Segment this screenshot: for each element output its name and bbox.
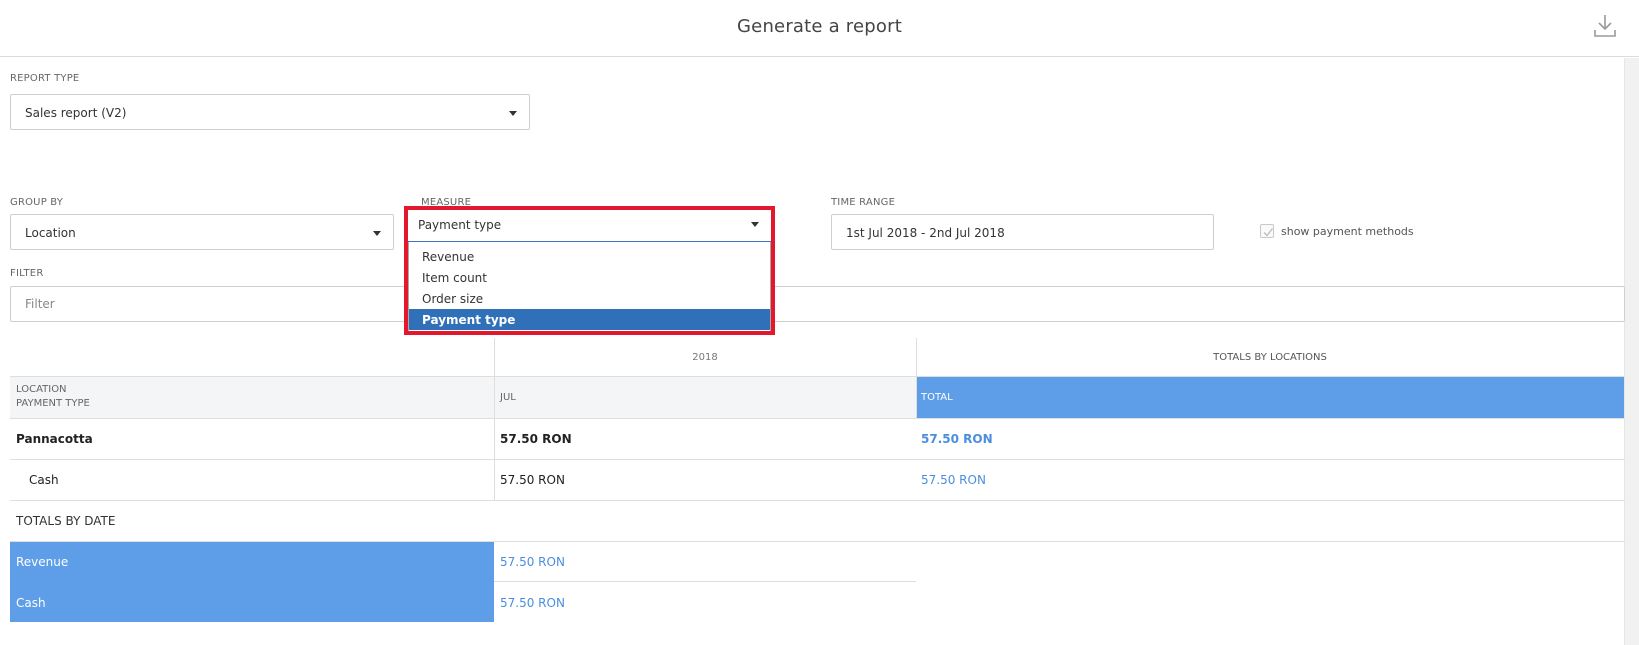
row-header-payment-type: PAYMENT TYPE	[16, 398, 90, 409]
month-header: JUL	[500, 392, 516, 403]
download-icon	[1594, 15, 1616, 37]
table-divider	[494, 581, 916, 582]
table-row-total-value: 57.50 RON	[921, 432, 993, 446]
totals-cash-label: Cash	[16, 596, 46, 610]
totals-revenue-label: Revenue	[16, 555, 69, 569]
totals-cash-value: 57.50 RON	[500, 596, 565, 610]
page-title: Generate a report	[737, 16, 902, 37]
report-type-select[interactable]: Sales report (V2)	[10, 94, 530, 130]
group-by-value: Location	[25, 226, 76, 240]
table-row-name: Pannacotta	[16, 432, 93, 446]
group-by-label: GROUP BY	[10, 197, 64, 208]
group-by-select[interactable]: Location	[10, 214, 394, 250]
table-divider	[10, 459, 1625, 460]
filter-input[interactable]	[10, 286, 1625, 322]
total-header: TOTAL	[921, 392, 953, 403]
chevron-down-icon	[509, 111, 517, 116]
report-type-value: Sales report (V2)	[25, 106, 127, 120]
table-divider	[10, 500, 1625, 501]
time-range-input[interactable]: 1st Jul 2018 - 2nd Jul 2018	[831, 214, 1214, 250]
totals-revenue-value: 57.50 RON	[500, 555, 565, 569]
download-button[interactable]	[1591, 12, 1619, 40]
month-header-cell	[495, 377, 916, 418]
total-header-cell	[917, 377, 1624, 418]
year-header: 2018	[692, 352, 718, 363]
checkmark-icon	[1263, 228, 1274, 237]
totals-by-date-label: TOTALS BY DATE	[16, 514, 116, 528]
chevron-down-icon	[373, 231, 381, 236]
table-row-total-value: 57.50 RON	[921, 473, 986, 487]
totals-cash-cell	[10, 582, 494, 622]
vertical-scrollbar[interactable]	[1624, 58, 1639, 645]
table-row-jul-value: 57.50 RON	[500, 432, 572, 446]
table-row-name: Cash	[29, 473, 59, 487]
table-row-jul-value: 57.50 RON	[500, 473, 565, 487]
annotation-highlight-box	[404, 206, 775, 335]
totals-by-locations-header: TOTALS BY LOCATIONS	[1213, 352, 1327, 363]
page-header: Generate a report	[0, 0, 1639, 57]
filter-label: FILTER	[10, 268, 44, 279]
table-divider	[10, 418, 1625, 419]
report-type-label: REPORT TYPE	[10, 73, 80, 84]
time-range-label: TIME RANGE	[831, 197, 896, 208]
show-payment-methods-label: show payment methods	[1281, 225, 1414, 238]
row-header-location: LOCATION	[16, 384, 67, 395]
show-payment-methods-checkbox[interactable]	[1260, 224, 1274, 238]
time-range-value: 1st Jul 2018 - 2nd Jul 2018	[846, 226, 1005, 240]
totals-revenue-cell	[10, 542, 494, 582]
